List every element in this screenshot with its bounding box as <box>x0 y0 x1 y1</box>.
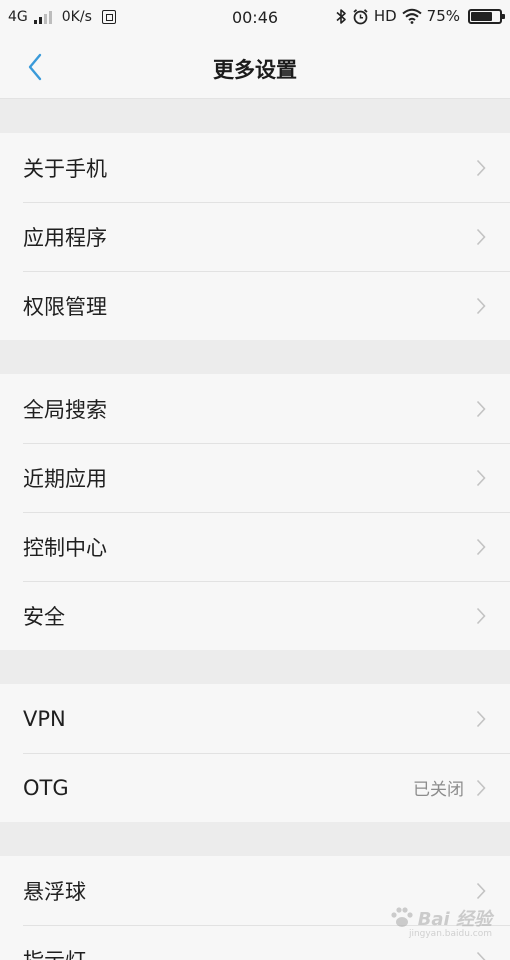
otg-status-value: 已关闭 <box>413 780 464 800</box>
row-label: 指示灯 <box>23 945 476 960</box>
settings-group-3: VPN OTG 已关闭 <box>0 684 510 822</box>
row-global-search[interactable]: 全局搜索 <box>0 374 510 443</box>
row-security[interactable]: 安全 <box>0 581 510 650</box>
chevron-right-icon <box>476 227 488 247</box>
row-label: 安全 <box>23 604 65 629</box>
watermark-url: jingyan.baidu.com <box>408 929 492 939</box>
chevron-right-icon <box>476 537 488 557</box>
paw-icon <box>391 907 413 927</box>
chevron-right-icon <box>476 158 488 178</box>
chevron-right-icon <box>476 778 488 798</box>
row-about-phone[interactable]: 关于手机 <box>0 133 510 202</box>
bluetooth-icon <box>336 8 346 24</box>
settings-group-2: 全局搜索 近期应用 控制中心 安全 <box>0 374 510 650</box>
battery-percent: 75% <box>426 7 460 25</box>
hd-indicator: HD <box>373 7 397 25</box>
chevron-right-icon <box>476 606 488 626</box>
row-permissions[interactable]: 权限管理 <box>0 271 510 340</box>
settings-group-1: 关于手机 应用程序 权限管理 <box>0 133 510 340</box>
row-label: 近期应用 <box>23 466 107 491</box>
watermark-text: Bai 经验 <box>417 909 492 930</box>
section-divider <box>0 822 510 856</box>
section-divider <box>0 650 510 684</box>
section-divider <box>0 340 510 374</box>
row-otg[interactable]: OTG 已关闭 <box>0 753 510 822</box>
row-apps[interactable]: 应用程序 <box>0 202 510 271</box>
chevron-right-icon <box>476 709 488 729</box>
row-control-center[interactable]: 控制中心 <box>0 512 510 581</box>
page-title: 更多设置 <box>213 58 297 82</box>
row-label: 应用程序 <box>23 225 107 250</box>
chevron-right-icon <box>476 950 488 960</box>
row-label: 全局搜索 <box>23 397 107 422</box>
row-label: 悬浮球 <box>23 879 86 904</box>
status-right: HD 75% <box>336 7 505 25</box>
chevron-right-icon <box>476 881 488 901</box>
wifi-icon <box>402 8 422 24</box>
chevron-right-icon <box>476 399 488 419</box>
battery-icon <box>468 8 505 24</box>
watermark: Bai 经验 jingyan.baidu.com <box>389 905 492 939</box>
settings-list: 关于手机 应用程序 权限管理 全局搜索 近期应用 控制中心 安全 VPN OTG… <box>0 99 510 960</box>
row-label: 关于手机 <box>23 156 107 181</box>
status-bar: 4G 0K/s 00:46 HD 75% <box>0 0 510 36</box>
alarm-icon <box>353 8 368 24</box>
chevron-right-icon <box>476 468 488 488</box>
row-vpn[interactable]: VPN <box>0 684 510 753</box>
chevron-right-icon <box>476 296 488 316</box>
row-label: OTG <box>23 775 69 800</box>
row-label: 权限管理 <box>23 294 107 319</box>
row-label: 控制中心 <box>23 535 107 560</box>
header: 更多设置 <box>0 36 510 99</box>
section-divider <box>0 99 510 133</box>
row-recent-apps[interactable]: 近期应用 <box>0 443 510 512</box>
battery-fill <box>471 11 492 21</box>
row-label: VPN <box>23 706 66 731</box>
